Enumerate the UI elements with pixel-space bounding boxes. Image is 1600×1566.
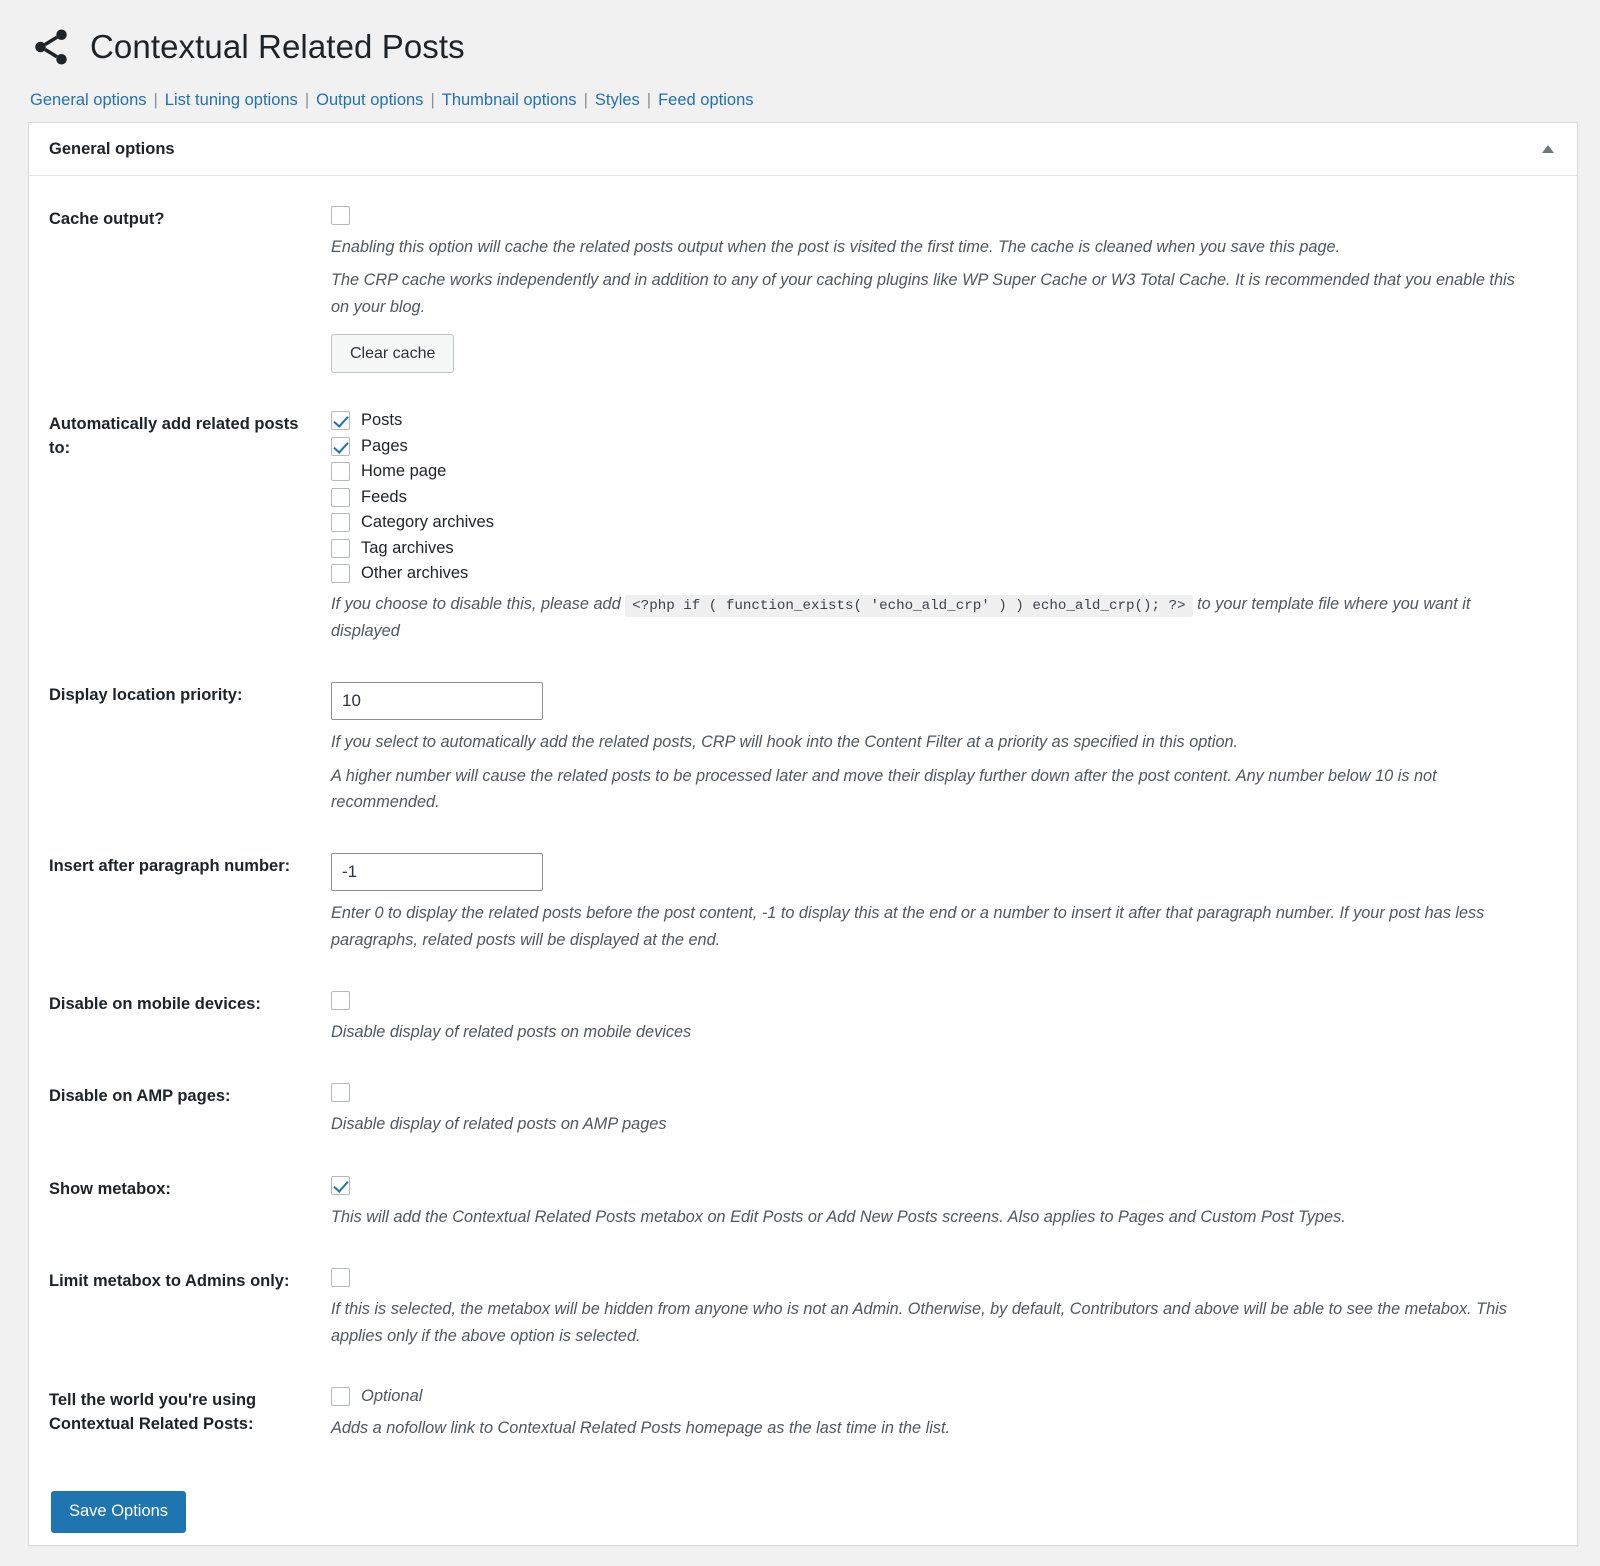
field-tell-the-world: Optional Adds a nofollow link to Context… [331, 1367, 1557, 1459]
label-limit-metabox-admins: Limit metabox to Admins only: [49, 1272, 290, 1291]
disable-mobile-checkbox[interactable] [331, 991, 350, 1011]
disable-mobile-description: Disable display of related posts on mobi… [331, 1023, 692, 1042]
nav-separator: | [430, 91, 435, 109]
field-insert-after-paragraph: Enter 0 to display the related posts bef… [331, 833, 1557, 971]
tell-the-world-optional-label: Optional [361, 1387, 423, 1406]
list-item[interactable]: Pages [331, 436, 1557, 456]
auto-add-label-other-archives: Other archives [361, 564, 469, 583]
label-cache-output: Cache output? [49, 210, 165, 229]
display-priority-description-1: If you select to automatically add the r… [331, 733, 1239, 752]
disable-amp-checkbox[interactable] [331, 1083, 350, 1103]
submit-area: Save Options [29, 1477, 1577, 1545]
row-tell-the-world: Tell the world you're using Contextual R… [49, 1367, 1557, 1459]
settings-table: Cache output? Enabling this option will … [49, 186, 1557, 1459]
row-disable-mobile: Disable on mobile devices: Disable displ… [49, 971, 1557, 1063]
page-header: Contextual Related Posts [28, 18, 1578, 68]
admin-page-wrap: Contextual Related Posts General options… [0, 0, 1600, 1547]
auto-add-label-category-archives: Category archives [361, 513, 494, 532]
auto-add-checkbox-list: Posts Pages Home page Feeds Category arc… [331, 411, 1557, 584]
nav-link-output-options[interactable]: Output options [316, 91, 423, 109]
list-item[interactable]: Category archives [331, 513, 1557, 533]
clear-cache-button[interactable]: Clear cache [331, 334, 455, 374]
nav-separator: | [153, 91, 158, 109]
field-disable-mobile: Disable display of related posts on mobi… [331, 971, 1557, 1063]
nav-link-general-options[interactable]: General options [30, 91, 147, 109]
panel-title: General options [49, 139, 175, 158]
save-options-button[interactable]: Save Options [51, 1491, 187, 1534]
auto-add-checkbox-posts[interactable] [331, 411, 350, 431]
nav-link-list-tuning-options[interactable]: List tuning options [165, 91, 298, 109]
display-priority-description-2: A higher number will cause the related p… [331, 766, 1437, 811]
field-disable-amp: Disable display of related posts on AMP … [331, 1063, 1557, 1155]
list-item[interactable]: Posts [331, 411, 1557, 431]
tell-the-world-checkbox-group[interactable]: Optional [331, 1387, 1557, 1407]
list-item[interactable]: Other archives [331, 564, 1557, 584]
cache-output-description-1: Enabling this option will cache the rela… [331, 238, 1341, 257]
auto-add-checkbox-other-archives[interactable] [331, 564, 350, 584]
auto-add-label-home-page: Home page [361, 462, 447, 481]
caret-up-icon[interactable] [1537, 138, 1559, 160]
row-show-metabox: Show metabox: This will add the Contextu… [49, 1156, 1557, 1248]
auto-add-label-feeds: Feeds [361, 487, 407, 506]
auto-add-checkbox-home-page[interactable] [331, 462, 350, 482]
label-auto-add: Automatically add related posts to: [49, 415, 299, 458]
tell-the-world-description: Adds a nofollow link to Contextual Relat… [331, 1419, 951, 1438]
limit-metabox-admins-checkbox[interactable] [331, 1268, 350, 1288]
auto-add-code-snippet: <?php if ( function_exists( 'echo_ald_cr… [625, 594, 1193, 617]
field-display-priority: If you select to automatically add the r… [331, 662, 1557, 833]
nav-link-styles[interactable]: Styles [595, 91, 640, 109]
row-limit-metabox-admins: Limit metabox to Admins only: If this is… [49, 1248, 1557, 1367]
list-item[interactable]: Tag archives [331, 538, 1557, 558]
row-auto-add: Automatically add related posts to: Post… [49, 391, 1557, 662]
nav-separator: | [646, 91, 652, 109]
field-limit-metabox-admins: If this is selected, the metabox will be… [331, 1248, 1557, 1367]
insert-after-paragraph-input[interactable] [331, 853, 543, 892]
panel-header[interactable]: General options [29, 123, 1577, 177]
auto-add-label-posts: Posts [361, 411, 403, 430]
disable-amp-description: Disable display of related posts on AMP … [331, 1115, 667, 1134]
auto-add-checkbox-feeds[interactable] [331, 487, 350, 507]
nav-links: General options | List tuning options | Outp… [30, 89, 1578, 112]
show-metabox-checkbox[interactable] [331, 1175, 350, 1195]
panel-body: Cache output? Enabling this option will … [29, 176, 1577, 1477]
list-item[interactable]: Home page [331, 462, 1557, 482]
auto-add-checkbox-category-archives[interactable] [331, 513, 350, 533]
label-display-priority: Display location priority: [49, 686, 243, 705]
row-display-priority: Display location priority: If you select… [49, 662, 1557, 833]
tell-the-world-checkbox[interactable] [331, 1387, 350, 1407]
label-disable-mobile: Disable on mobile devices: [49, 995, 261, 1014]
field-cache-output: Enabling this option will cache the rela… [331, 186, 1557, 391]
insert-after-paragraph-description: Enter 0 to display the related posts bef… [331, 904, 1485, 949]
nav-separator: | [304, 91, 310, 109]
nav-link-thumbnail-options[interactable]: Thumbnail options [442, 91, 577, 109]
page-title: Contextual Related Posts [90, 28, 465, 66]
cache-output-checkbox[interactable] [331, 206, 350, 226]
auto-add-description-before: If you choose to disable this, please ad… [331, 594, 621, 613]
auto-add-description: If you choose to disable this, please ad… [331, 591, 1536, 644]
row-disable-amp: Disable on AMP pages: Disable display of… [49, 1063, 1557, 1155]
auto-add-checkbox-tag-archives[interactable] [331, 538, 350, 558]
field-auto-add: Posts Pages Home page Feeds Category arc… [331, 391, 1557, 662]
share-icon [30, 26, 72, 68]
general-options-panel: General options Cache output? Enabling t… [28, 122, 1578, 1547]
limit-metabox-admins-description: If this is selected, the metabox will be… [331, 1300, 1507, 1345]
auto-add-checkbox-pages[interactable] [331, 436, 350, 456]
auto-add-label-tag-archives: Tag archives [361, 538, 454, 557]
list-item[interactable]: Feeds [331, 487, 1557, 507]
label-disable-amp: Disable on AMP pages: [49, 1087, 231, 1106]
row-cache-output: Cache output? Enabling this option will … [49, 186, 1557, 391]
nav-link-feed-options[interactable]: Feed options [658, 91, 753, 109]
label-insert-after-paragraph: Insert after paragraph number: [49, 857, 291, 876]
row-insert-after-paragraph: Insert after paragraph number: Enter 0 t… [49, 833, 1557, 971]
label-tell-the-world: Tell the world you're using Contextual R… [49, 1391, 257, 1433]
nav-separator: | [583, 91, 588, 109]
label-show-metabox: Show metabox: [49, 1179, 171, 1198]
display-priority-input[interactable] [331, 682, 543, 721]
field-show-metabox: This will add the Contextual Related Pos… [331, 1156, 1557, 1248]
cache-output-description-2: The CRP cache works independently and in… [331, 271, 1515, 316]
auto-add-label-pages: Pages [361, 436, 408, 455]
show-metabox-description: This will add the Contextual Related Pos… [331, 1207, 1346, 1226]
